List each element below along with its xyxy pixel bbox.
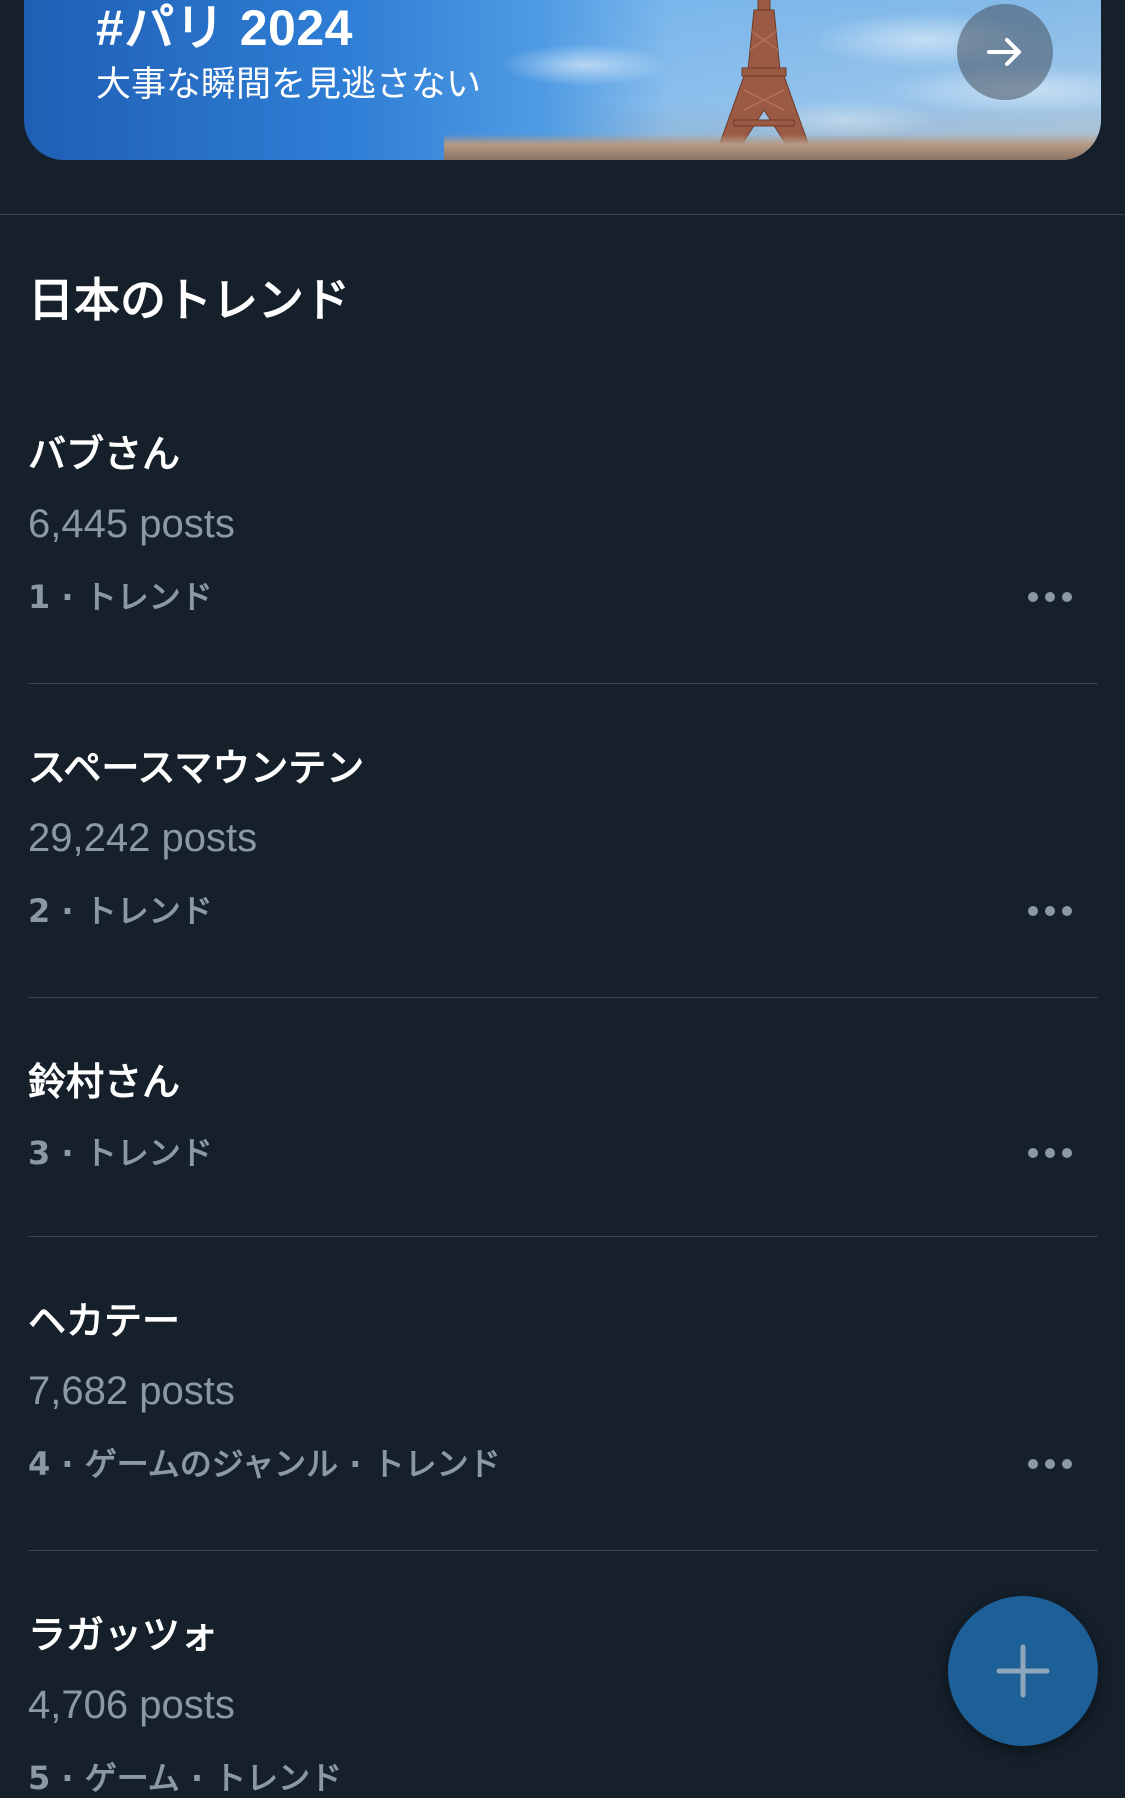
trend-meta: 3 · トレンド	[28, 1134, 213, 1172]
row-divider	[28, 1236, 1098, 1237]
trend-name: ヘカテー	[28, 1299, 181, 1343]
trend-meta: 2 · トレンド	[28, 892, 213, 930]
event-banner[interactable]: #パリ 2024 大事な瞬間を見逃さない	[24, 0, 1101, 160]
more-dots-icon	[1028, 592, 1072, 602]
row-divider	[28, 1550, 1098, 1551]
more-options-button[interactable]	[1020, 1444, 1080, 1484]
more-dots-icon	[1028, 1148, 1072, 1158]
trend-name: 鈴村さん	[28, 1060, 181, 1104]
banner-subtitle: 大事な瞬間を見逃さない	[96, 65, 482, 105]
more-options-button[interactable]	[1020, 1133, 1080, 1173]
more-options-button[interactable]	[1020, 577, 1080, 617]
trend-meta: 5 · ゲーム · トレンド	[28, 1759, 343, 1797]
section-divider	[0, 214, 1125, 215]
trend-meta: 4 · ゲームのジャンル · トレンド	[28, 1445, 501, 1483]
compose-post-button[interactable]	[948, 1596, 1098, 1746]
banner-open-button[interactable]	[957, 4, 1053, 100]
arrow-right-icon	[987, 38, 1021, 66]
banner-title: #パリ 2024	[96, 0, 353, 56]
trend-name: スペースマウンテン	[28, 746, 365, 790]
trend-post-count: 6,445 posts	[28, 502, 235, 546]
more-options-button[interactable]	[1020, 891, 1080, 931]
row-divider	[28, 997, 1098, 998]
trend-post-count: 7,682 posts	[28, 1369, 235, 1413]
city-skyline	[444, 134, 1101, 160]
trend-post-count: 29,242 posts	[28, 816, 258, 860]
more-dots-icon	[1028, 906, 1072, 916]
row-divider	[28, 683, 1098, 684]
trend-post-count: 4,706 posts	[28, 1683, 235, 1727]
more-dots-icon	[1028, 1459, 1072, 1469]
trends-section-title: 日本のトレンド	[28, 273, 350, 327]
plus-icon	[996, 1644, 1050, 1698]
trend-name: ラガッツォ	[28, 1613, 219, 1657]
trend-meta: 1 · トレンド	[28, 578, 213, 616]
trend-name: バブさん	[28, 432, 181, 476]
